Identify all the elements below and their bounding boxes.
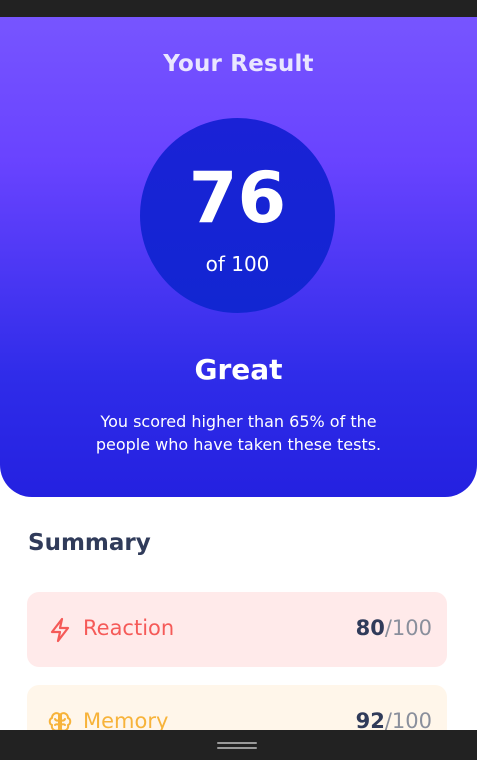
- summary-item-score: 80/100: [356, 616, 432, 640]
- navigation-bar: [0, 730, 477, 760]
- score-total: of 100: [205, 252, 270, 276]
- summary-item-label: Reaction: [83, 616, 175, 640]
- lightning-icon: [47, 617, 73, 643]
- result-title: Your Result: [163, 51, 314, 77]
- result-card: Your Result 76 of 100 Great You scored h…: [0, 17, 477, 497]
- summary-item-score-value: 80: [355, 616, 385, 640]
- home-handle[interactable]: [217, 742, 257, 751]
- status-bar: [0, 0, 477, 17]
- summary-item-reaction: Reaction 80/100: [27, 592, 447, 667]
- score-circle: 76 of 100: [140, 118, 335, 313]
- rating-label: Great: [194, 353, 283, 386]
- summary-title: Summary: [28, 530, 151, 556]
- summary-item-score-max: /100: [384, 616, 432, 640]
- score-value: 76: [188, 157, 287, 239]
- result-description: You scored higher than 65% of the people…: [95, 412, 382, 454]
